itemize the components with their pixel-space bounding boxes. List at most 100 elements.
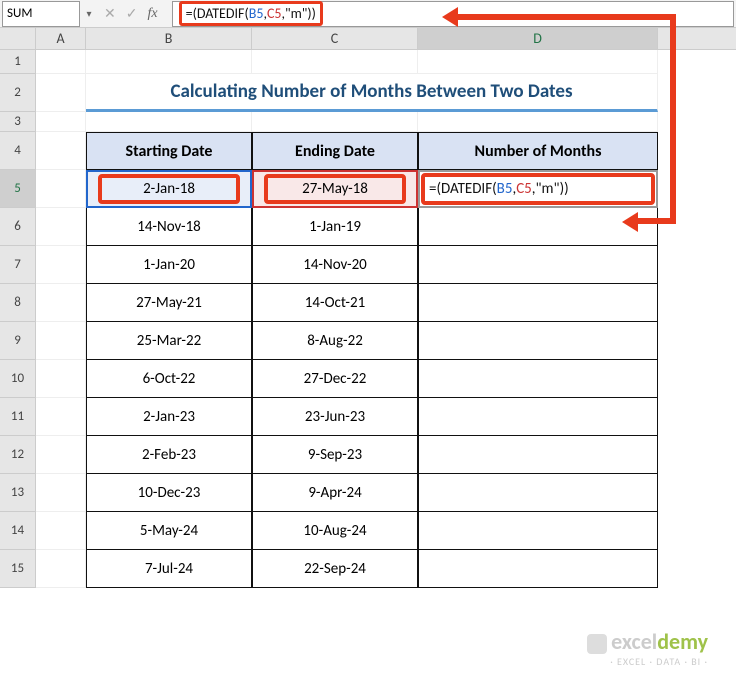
row-header[interactable]: 8 xyxy=(0,284,36,322)
cell[interactable] xyxy=(36,550,86,588)
cell[interactable]: 14-Nov-18 xyxy=(86,208,252,246)
cell[interactable]: 10-Dec-23 xyxy=(86,474,252,512)
cell[interactable] xyxy=(418,360,658,398)
spreadsheet-grid: 1 2 Calculating Number of Months Between… xyxy=(0,50,736,588)
cell[interactable]: 2-Jan-23 xyxy=(86,398,252,436)
header-starting-date[interactable]: Starting Date xyxy=(86,132,252,170)
cell[interactable]: 10-Aug-24 xyxy=(252,512,418,550)
cell[interactable]: 22-Sep-24 xyxy=(252,550,418,588)
row-header[interactable]: 4 xyxy=(0,132,36,170)
cell[interactable] xyxy=(36,360,86,398)
row-header[interactable]: 10 xyxy=(0,360,36,398)
name-box-dropdown-icon[interactable]: ▾ xyxy=(82,7,96,20)
cell[interactable] xyxy=(36,132,86,170)
column-header-d[interactable]: D xyxy=(418,28,658,49)
cell[interactable]: 9-Sep-23 xyxy=(252,436,418,474)
cell[interactable]: 9-Apr-24 xyxy=(252,474,418,512)
row-header[interactable]: 9 xyxy=(0,322,36,360)
cell[interactable] xyxy=(36,208,86,246)
cell[interactable] xyxy=(418,50,658,74)
cell[interactable] xyxy=(36,284,86,322)
row-header[interactable]: 11 xyxy=(0,398,36,436)
row-header[interactable]: 3 xyxy=(0,112,36,132)
cell[interactable] xyxy=(418,550,658,588)
row-header[interactable]: 15 xyxy=(0,550,36,588)
grid-row: 3 xyxy=(0,112,736,132)
cell[interactable] xyxy=(418,512,658,550)
header-ending-date[interactable]: Ending Date xyxy=(252,132,418,170)
name-box[interactable]: SUM xyxy=(2,1,80,27)
cell-d5[interactable]: =(DATEDIF(B5,C5,"m")) xyxy=(418,170,658,208)
cell[interactable]: 23-Jun-23 xyxy=(252,398,418,436)
sheet-title: Calculating Number of Months Between Two… xyxy=(170,80,572,103)
row-header[interactable]: 2 xyxy=(0,74,36,112)
cell[interactable] xyxy=(36,474,86,512)
cell[interactable] xyxy=(252,112,418,132)
cell[interactable]: 6-Oct-22 xyxy=(86,360,252,398)
cell[interactable]: 1-Jan-20 xyxy=(86,246,252,284)
cell[interactable] xyxy=(36,74,86,112)
cell[interactable] xyxy=(36,322,86,360)
cell[interactable]: 5-May-24 xyxy=(86,512,252,550)
row-header[interactable]: 13 xyxy=(0,474,36,512)
formula-text: =(DATEDIF(B5,C5,"m")) xyxy=(186,5,316,22)
header-number-of-months[interactable]: Number of Months xyxy=(418,132,658,170)
column-header-b[interactable]: B xyxy=(86,28,252,49)
grid-row: 5 2-Jan-18 27-May-18 =(DATEDIF(B5,C5,"m"… xyxy=(0,170,736,208)
cell[interactable] xyxy=(418,284,658,322)
cell[interactable]: 2-Feb-23 xyxy=(86,436,252,474)
cell[interactable] xyxy=(36,170,86,208)
cell[interactable] xyxy=(418,474,658,512)
cell[interactable]: 25-Mar-22 xyxy=(86,322,252,360)
cell[interactable] xyxy=(36,512,86,550)
cell[interactable] xyxy=(418,322,658,360)
row-header[interactable]: 5 xyxy=(0,170,36,208)
cell[interactable]: 1-Jan-19 xyxy=(252,208,418,246)
cell[interactable]: 14-Nov-20 xyxy=(252,246,418,284)
row-header[interactable]: 6 xyxy=(0,208,36,246)
cell[interactable] xyxy=(418,208,658,246)
cell[interactable] xyxy=(36,436,86,474)
cell[interactable] xyxy=(418,398,658,436)
formula-bar-input[interactable]: =(DATEDIF(B5,C5,"m")) xyxy=(172,1,734,27)
column-header-row: A B C D xyxy=(0,28,736,50)
annotation-box: 2-Jan-18 xyxy=(98,174,240,204)
cell[interactable]: 27-May-21 xyxy=(86,284,252,322)
cell[interactable] xyxy=(36,50,86,74)
cancel-icon[interactable]: ✕ xyxy=(104,5,116,22)
cell[interactable] xyxy=(86,112,252,132)
grid-row: 9 25-Mar-22 8-Aug-22 xyxy=(0,322,736,360)
cell[interactable] xyxy=(252,50,418,74)
row-header[interactable]: 1 xyxy=(0,50,36,74)
cell-formula-text: =(DATEDIF(B5,C5,"m")) xyxy=(429,180,569,198)
grid-row: 12 2-Feb-23 9-Sep-23 xyxy=(0,436,736,474)
cell[interactable] xyxy=(36,398,86,436)
cell[interactable]: 27-Dec-22 xyxy=(252,360,418,398)
grid-row: 6 14-Nov-18 1-Jan-19 xyxy=(0,208,736,246)
row-header[interactable]: 7 xyxy=(0,246,36,284)
cell[interactable] xyxy=(36,246,86,284)
title-cell[interactable]: Calculating Number of Months Between Two… xyxy=(86,74,658,112)
row-header[interactable]: 12 xyxy=(0,436,36,474)
column-header-a[interactable]: A xyxy=(36,28,86,49)
select-all-corner[interactable] xyxy=(0,28,36,49)
cell[interactable]: 14-Oct-21 xyxy=(252,284,418,322)
cell[interactable] xyxy=(418,112,658,132)
enter-icon[interactable]: ✓ xyxy=(126,5,138,22)
cell[interactable] xyxy=(36,112,86,132)
cell[interactable] xyxy=(418,246,658,284)
row-header[interactable]: 14 xyxy=(0,512,36,550)
grid-row: 11 2-Jan-23 23-Jun-23 xyxy=(0,398,736,436)
cell-c5[interactable]: 27-May-18 xyxy=(252,170,418,208)
cell[interactable] xyxy=(418,436,658,474)
cell[interactable]: 7-Jul-24 xyxy=(86,550,252,588)
cell-b5[interactable]: 2-Jan-18 xyxy=(86,170,252,208)
column-header-c[interactable]: C xyxy=(252,28,418,49)
name-box-value: SUM xyxy=(7,6,32,21)
cell[interactable] xyxy=(86,50,252,74)
grid-row: 13 10-Dec-23 9-Apr-24 xyxy=(0,474,736,512)
watermark-logo: exceldemy xyxy=(587,628,708,655)
cell[interactable]: 8-Aug-22 xyxy=(252,322,418,360)
fx-icon[interactable]: fx xyxy=(147,6,157,22)
grid-row: 7 1-Jan-20 14-Nov-20 xyxy=(0,246,736,284)
